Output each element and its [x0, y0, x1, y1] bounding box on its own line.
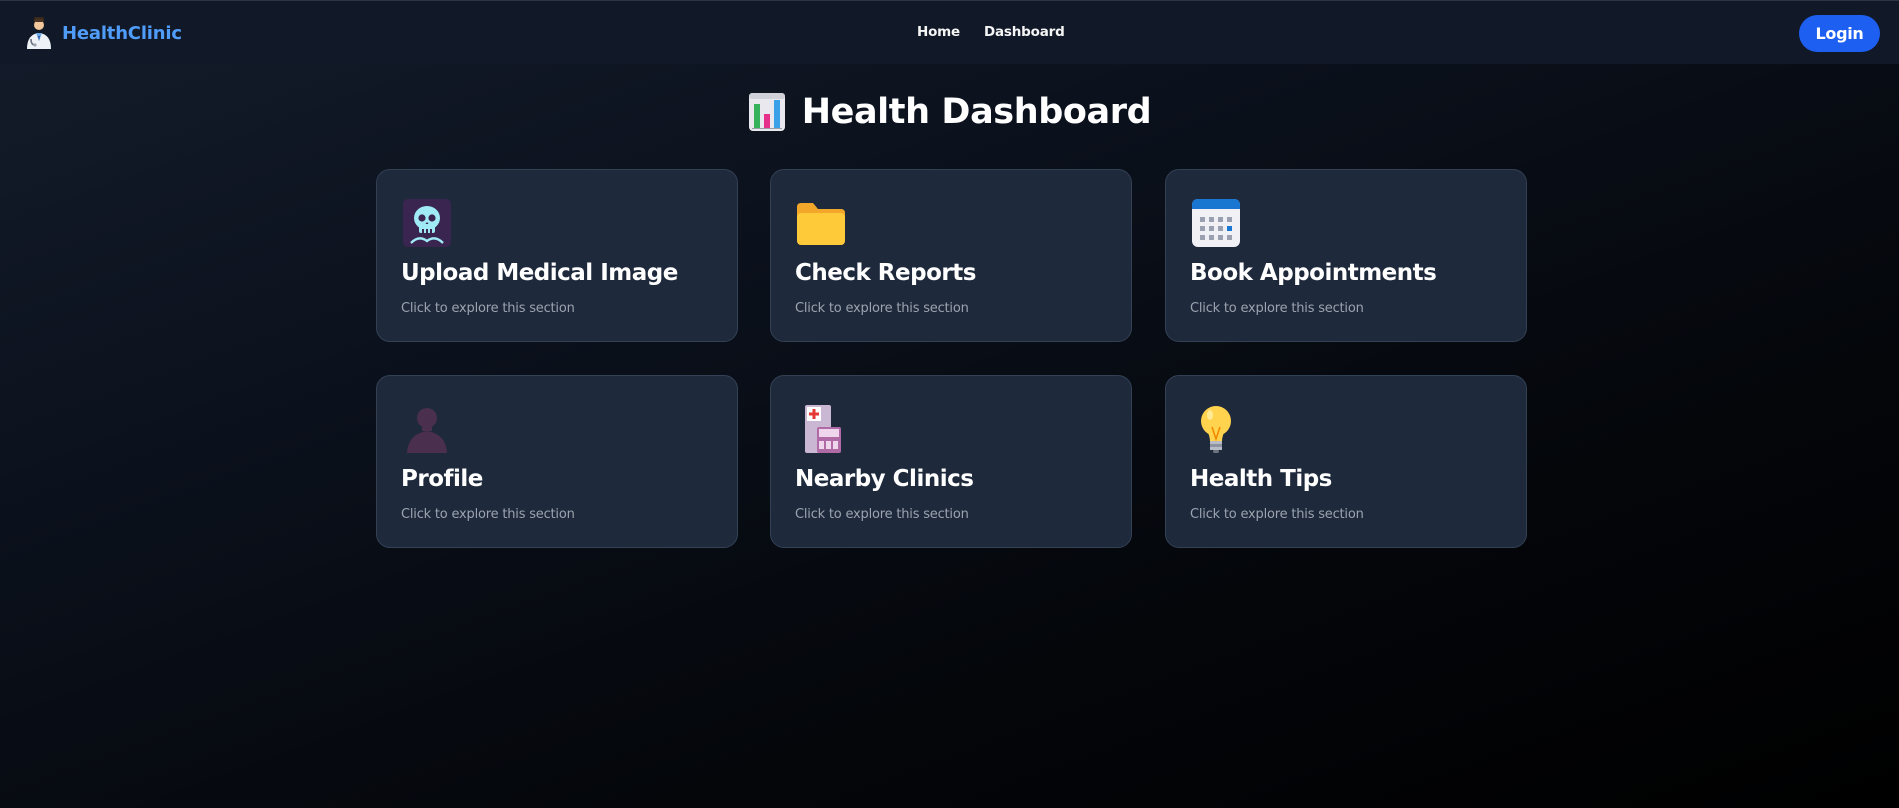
doctor-icon [27, 17, 51, 49]
page-title-text: Health Dashboard [801, 92, 1152, 132]
card-title: Upload Medical Image [401, 260, 678, 286]
card-subtitle: Click to explore this section [1190, 301, 1364, 316]
nav-link-dashboard[interactable]: Dashboard [984, 24, 1065, 40]
dashboard-grid: Upload Medical Image Click to explore th… [376, 169, 1527, 549]
card-subtitle: Click to explore this section [795, 507, 969, 522]
brand-link[interactable]: HealthClinic [24, 15, 182, 51]
hospital-icon [795, 403, 847, 455]
card-subtitle: Click to explore this section [401, 507, 575, 522]
card-subtitle: Click to explore this section [401, 301, 575, 316]
bar-chart-icon [748, 93, 785, 131]
main-nav: Home Dashboard [917, 24, 1065, 40]
card-title: Check Reports [795, 260, 976, 286]
x-ray-icon [401, 197, 453, 249]
card-upload-medical-image[interactable]: Upload Medical Image Click to explore th… [376, 169, 738, 342]
card-book-appointments[interactable]: Book Appointments Click to explore this … [1165, 169, 1527, 342]
card-check-reports[interactable]: Check Reports Click to explore this sect… [770, 169, 1132, 342]
card-title: Health Tips [1190, 466, 1332, 492]
folder-icon [795, 197, 847, 249]
card-title: Profile [401, 466, 483, 492]
calendar-icon [1190, 197, 1242, 249]
brand-name: HealthClinic [62, 22, 182, 44]
card-title: Book Appointments [1190, 260, 1437, 286]
nav-link-home[interactable]: Home [917, 24, 960, 40]
card-health-tips[interactable]: Health Tips Click to explore this sectio… [1165, 375, 1527, 548]
card-subtitle: Click to explore this section [795, 301, 969, 316]
login-button[interactable]: Login [1799, 15, 1880, 52]
top-navbar: HealthClinic Home Dashboard Login [0, 0, 1899, 64]
card-title: Nearby Clinics [795, 466, 974, 492]
person-silhouette-icon [401, 403, 453, 455]
card-subtitle: Click to explore this section [1190, 507, 1364, 522]
light-bulb-icon [1190, 403, 1242, 455]
card-nearby-clinics[interactable]: Nearby Clinics Click to explore this sec… [770, 375, 1132, 548]
card-profile[interactable]: Profile Click to explore this section [376, 375, 738, 548]
page-title: Health Dashboard [0, 88, 1899, 136]
